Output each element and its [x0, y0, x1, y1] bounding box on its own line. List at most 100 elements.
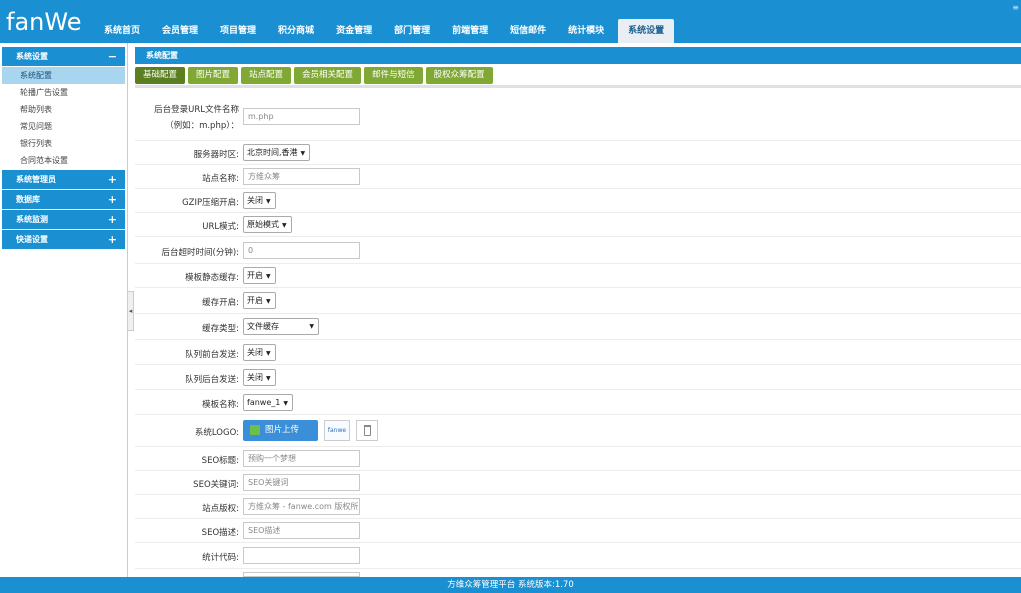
gzip-select[interactable]: 关闭 ▼ [243, 192, 276, 209]
admin-url-input[interactable]: m.php [243, 108, 360, 125]
form-row-seo-keywords: SEO关键词: SEO关键词 [135, 471, 1021, 495]
field-label: 后台超时时间(分钟): [161, 248, 240, 258]
nav-frontend[interactable]: 前端管理 [444, 19, 496, 43]
form-row-site-name: 站点名称: 方维众筹 [135, 165, 1021, 189]
expand-icon[interactable]: + [108, 170, 117, 189]
logo-preview-thumbnail[interactable]: fanwe [324, 420, 350, 441]
sidebar-group-label: 快递设置 [16, 235, 48, 244]
field-label: 站点名称: [202, 174, 239, 184]
tab-member-config[interactable]: 会员相关配置 [294, 67, 362, 84]
sidebar-item-help-list[interactable]: 帮助列表 [2, 101, 125, 118]
nav-statistics[interactable]: 统计模块 [560, 19, 612, 43]
sidebar-group-label: 系统监测 [16, 215, 48, 224]
form-row-tpl-name: 模板名称: fanwe_1 ▼ [135, 390, 1021, 415]
field-label: 模板名称: [202, 400, 239, 410]
app-logo[interactable]: fanWe [6, 8, 81, 36]
expand-icon[interactable]: + [108, 230, 117, 249]
menu-icon[interactable]: ≡ [1012, 3, 1019, 12]
tpl-cache-select[interactable]: 开启 ▼ [243, 267, 276, 284]
sidebar-group-label: 系统管理员 [16, 175, 56, 184]
form-row-cache-type: 缓存类型: 文件缓存 ▼ [135, 314, 1021, 340]
chevron-down-icon: ▼ [300, 150, 306, 157]
seo-desc-input[interactable]: SEO描述 [243, 522, 360, 539]
field-label: 系统LOGO: [194, 428, 239, 438]
chevron-down-icon: ▼ [266, 298, 271, 305]
form-row-queue-back: 队列后台发送: 关闭 ▼ [135, 365, 1021, 390]
field-label: SEO标题: [201, 456, 239, 466]
nav-members[interactable]: 会员管理 [154, 19, 206, 43]
chevron-down-icon: ▼ [266, 350, 271, 357]
sidebar-item-contract-template[interactable]: 合同范本设置 [2, 152, 125, 169]
sidebar-group-monitoring[interactable]: 系统监测 + [2, 210, 125, 229]
form-row-logo: 系统LOGO: 图片上传 fanwe [135, 415, 1021, 447]
timeout-input[interactable]: 0 [243, 242, 360, 259]
nav-system-settings[interactable]: 系统设置 [618, 19, 675, 43]
field-label: 队列后台发送: [185, 375, 239, 385]
sidebar-section-label: 系统设置 [16, 52, 48, 61]
stat-code-input[interactable] [243, 547, 360, 564]
tab-site-config[interactable]: 站点配置 [241, 67, 292, 84]
sidebar-item-carousel[interactable]: 轮播广告设置 [2, 84, 125, 101]
sidebar-group-database[interactable]: 数据库 + [2, 190, 125, 209]
queue-back-select[interactable]: 关闭 ▼ [243, 369, 276, 386]
sidebar-collapse-handle[interactable]: ◂ [127, 291, 134, 331]
sidebar-item-system-config[interactable]: 系统配置 [2, 67, 125, 84]
field-label: SEO描述: [201, 528, 239, 538]
nav-projects[interactable]: 项目管理 [212, 19, 264, 43]
delete-logo-button[interactable] [356, 420, 378, 441]
chevron-down-icon: ▼ [282, 222, 287, 229]
form-row-seo-desc: SEO描述: SEO描述 [135, 519, 1021, 543]
form-row-copyright: 站点版权: 方维众筹 - fanwe.com 版权所 [135, 495, 1021, 519]
tab-email-sms[interactable]: 邮件与短信 [364, 67, 423, 84]
nav-funds[interactable]: 资金管理 [328, 19, 380, 43]
field-label: 队列前台发送: [185, 350, 239, 360]
chevron-down-icon: ▼ [283, 400, 288, 407]
tab-basic-config[interactable]: 基础配置 [135, 67, 186, 84]
top-bar: fanWe 系统首页 会员管理 项目管理 积分商城 资金管理 部门管理 前端管理… [0, 0, 1021, 43]
field-label: 后台登录URL文件名称 （例如：m.php）： [154, 105, 239, 131]
panel-title: 系统配置 [135, 47, 1021, 64]
form-row-admin-url: 后台登录URL文件名称 （例如：m.php）： m.php [135, 95, 1021, 141]
form-row-timeout: 后台超时时间(分钟): 0 [135, 237, 1021, 264]
field-label: URL模式: [202, 222, 239, 232]
tab-image-config[interactable]: 图片配置 [188, 67, 239, 84]
tab-equity-config[interactable]: 股权众筹配置 [425, 67, 493, 84]
field-label: 缓存开启: [202, 298, 239, 308]
expand-icon[interactable]: + [108, 190, 117, 209]
trash-icon [364, 425, 371, 436]
sidebar-item-faq[interactable]: 常见问题 [2, 118, 125, 135]
chevron-down-icon: ▼ [309, 323, 314, 330]
form-row-queue-front: 队列前台发送: 关闭 ▼ [135, 340, 1021, 365]
nav-departments[interactable]: 部门管理 [386, 19, 438, 43]
cache-on-select[interactable]: 开启 ▼ [243, 292, 276, 309]
sidebar-item-bank-list[interactable]: 银行列表 [2, 135, 125, 152]
url-mode-select[interactable]: 原始模式 ▼ [243, 216, 292, 233]
queue-front-select[interactable]: 关闭 ▼ [243, 344, 276, 361]
image-upload-button[interactable]: 图片上传 [243, 420, 318, 441]
main-panel: 系统配置 基础配置 图片配置 站点配置 会员相关配置 邮件与短信 股权众筹配置 … [135, 47, 1021, 577]
sidebar-group-admins[interactable]: 系统管理员 + [2, 170, 125, 189]
site-name-input[interactable]: 方维众筹 [243, 168, 360, 185]
collapse-icon[interactable]: − [108, 47, 117, 66]
nav-sms-email[interactable]: 短信邮件 [502, 19, 554, 43]
sidebar-group-express[interactable]: 快递设置 + [2, 230, 125, 249]
footer: 方维众筹管理平台 系统版本:1.70 [0, 577, 1021, 593]
seo-title-input[interactable]: 预购一个梦想 [243, 450, 360, 467]
nav-points-mall[interactable]: 积分商城 [270, 19, 322, 43]
sidebar-group-label: 数据库 [16, 195, 40, 204]
seo-keywords-input[interactable]: SEO关键词 [243, 474, 360, 491]
field-label: 统计代码: [202, 553, 239, 563]
upload-icon [250, 425, 260, 435]
cache-type-select[interactable]: 文件缓存 ▼ [243, 318, 319, 335]
form-row-timezone: 服务器时区: 北京时间,香港 ▼ [135, 141, 1021, 165]
form-row-cache-on: 缓存开启: 开启 ▼ [135, 288, 1021, 314]
sidebar-section-system-settings[interactable]: 系统设置 − [2, 47, 125, 66]
copyright-input[interactable]: 方维众筹 - fanwe.com 版权所 [243, 498, 360, 515]
form-row-tpl-cache: 模板静态缓存: 开启 ▼ [135, 264, 1021, 288]
chevron-down-icon: ▼ [266, 273, 271, 280]
timezone-select[interactable]: 北京时间,香港 ▼ [243, 144, 311, 161]
nav-home[interactable]: 系统首页 [96, 19, 148, 43]
tpl-name-select[interactable]: fanwe_1 ▼ [243, 394, 293, 411]
expand-icon[interactable]: + [108, 210, 117, 229]
main-nav: 系统首页 会员管理 项目管理 积分商城 资金管理 部门管理 前端管理 短信邮件 … [96, 19, 680, 43]
